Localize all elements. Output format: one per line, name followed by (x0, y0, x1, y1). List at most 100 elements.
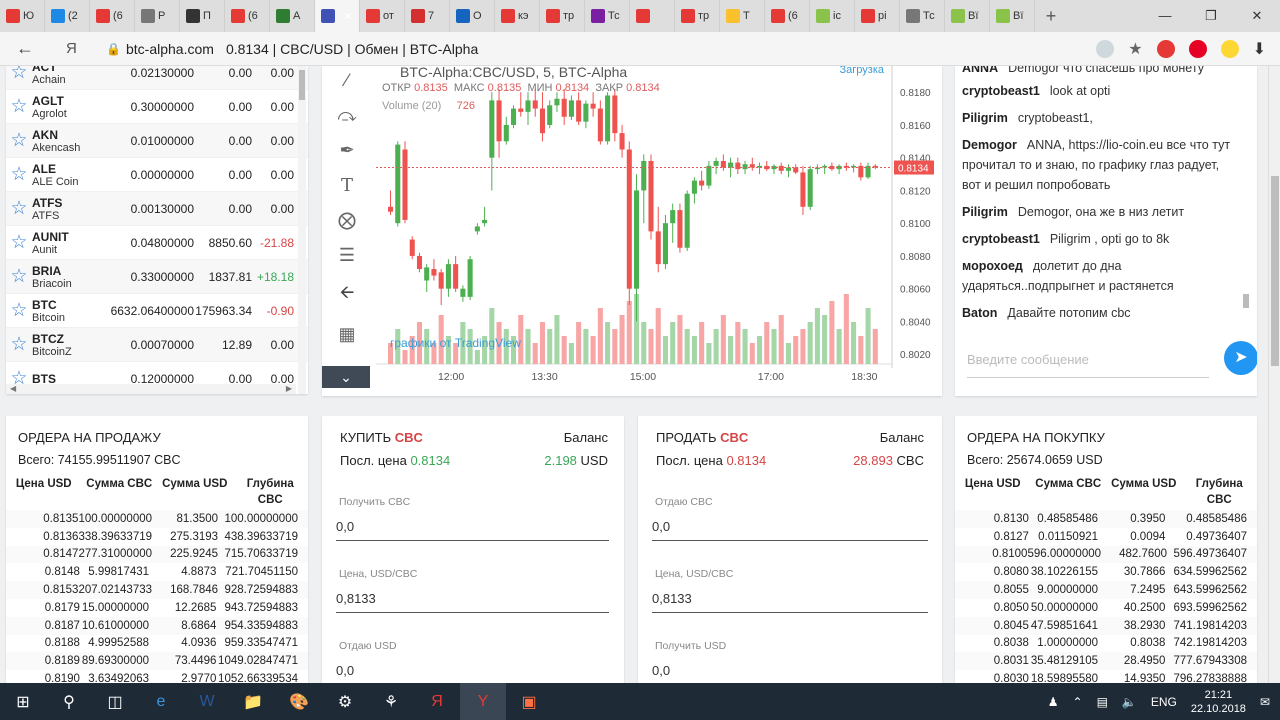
favorite-star-icon[interactable]: ☆ (6, 197, 32, 220)
browser-tab[interactable]: Т (720, 0, 765, 32)
reader-mode-icon[interactable] (1096, 39, 1115, 58)
pinterest-icon[interactable] (1188, 39, 1207, 58)
coin-list-scrollbar[interactable] (298, 66, 306, 394)
coin-row[interactable]: ☆ ALE ALE Coin 0.00000000 0.00 0.00 (6, 158, 308, 192)
browser-tab[interactable]: Р (135, 0, 180, 32)
edge-icon[interactable]: e (138, 683, 184, 720)
network-icon[interactable]: ▤ (1097, 695, 1108, 709)
extension-icon[interactable] (1156, 39, 1175, 58)
search-icon[interactable]: ⚲ (46, 683, 92, 720)
sell-give-input[interactable]: 0,0 (652, 519, 670, 534)
bulb-extension-icon[interactable] (1220, 39, 1239, 58)
favorite-star-icon[interactable]: ☆ (6, 129, 32, 152)
chat-message-input[interactable]: Введите сообщение (967, 346, 1209, 378)
page-title-text[interactable]: 0.8134 | CBC/USD | Обмен | BTC-Alpha (226, 41, 478, 57)
browser-tab[interactable]: Вї (945, 0, 990, 32)
favorite-star-icon[interactable]: ☆ (6, 265, 32, 288)
people-icon[interactable]: ♟ (1048, 695, 1059, 709)
order-row[interactable]: 0.8190 3.63492063 2.9770 1052.66339534 (6, 670, 308, 683)
url-host[interactable]: btc-alpha.com (126, 41, 214, 57)
browser-tab[interactable]: Ю (0, 0, 45, 32)
coin-list-hscrollbar[interactable]: ◀ ▶ (6, 384, 296, 394)
browser-tab[interactable]: ic (810, 0, 855, 32)
browser-tab[interactable]: О (450, 0, 495, 32)
back-arrow-icon[interactable]: ← (16, 38, 46, 59)
brush-tool-icon[interactable]: ✒ (339, 140, 354, 161)
coin-row[interactable]: ☆ BTCZ BitcoinZ 0.00070000 12.89 0.00 (6, 328, 308, 362)
browser-tab[interactable]: тр (540, 0, 585, 32)
new-tab-button[interactable]: + (1035, 6, 1067, 27)
order-row[interactable]: 0.8179 15.00000000 12.2685 943.72594883 (6, 599, 308, 617)
browser-tab[interactable]: тр (675, 0, 720, 32)
buy-price-input[interactable]: 0,8133 (336, 591, 376, 606)
order-row[interactable]: 0.8135 100.00000000 81.3500 100.00000000 (6, 510, 308, 528)
close-window-icon[interactable]: ✕ (1234, 8, 1280, 24)
browser-tab[interactable]: A (270, 0, 315, 32)
restore-icon[interactable]: ❐ (1188, 8, 1234, 24)
coin-row[interactable]: ☆ AKN Akencash 0.01000000 0.00 0.00 (6, 124, 308, 158)
order-row[interactable]: 0.8100 596.00000000 482.7600 596.49736407 (955, 545, 1257, 564)
browser-tab[interactable] (630, 0, 675, 32)
order-row[interactable]: 0.8147 277.31000000 225.9245 715.70633719 (6, 545, 308, 564)
buy-receive-input[interactable]: 0,0 (336, 519, 354, 534)
browser-tab[interactable]: от (360, 0, 405, 32)
favorite-star-icon[interactable]: ☆ (6, 163, 32, 186)
back-arrow-tool-icon[interactable]: 🡨 (340, 280, 355, 310)
browser-tab[interactable]: (2 (45, 0, 90, 32)
fib-tool-icon[interactable]: ☰ (339, 245, 355, 266)
tray-chevron-icon[interactable]: ⌃ (1073, 695, 1083, 709)
chat-scrollbar[interactable] (1243, 66, 1251, 326)
browser-tab[interactable]: Тс (585, 0, 630, 32)
close-tab-icon[interactable]: ✕ (344, 10, 353, 23)
favorite-star-icon[interactable]: ☆ (6, 333, 32, 356)
browser-tab[interactable]: Тс (900, 0, 945, 32)
order-row[interactable]: 0.8050 50.00000000 40.2500 693.59962562 (955, 599, 1257, 617)
lock-icon[interactable]: 🔒 (106, 42, 126, 56)
sell-receive-input[interactable]: 0,0 (652, 663, 670, 678)
order-row[interactable]: 0.8153 207.02143733 168.7846 928.72594883 (6, 581, 308, 599)
coin-row[interactable]: ☆ AUNIT Aunit 0.04800000 8850.60 -21.88 (6, 226, 308, 260)
yandex-icon[interactable]: Я (66, 40, 96, 57)
browser-tab[interactable]: (6 (90, 0, 135, 32)
word-icon[interactable]: W (184, 683, 230, 720)
yandex-browser-icon[interactable]: Y (460, 683, 506, 720)
recorder-icon[interactable]: ▣ (506, 683, 552, 720)
start-icon[interactable]: ⊞ (0, 683, 46, 720)
page-scrollbar[interactable] (1268, 66, 1280, 683)
browser-tab[interactable]: ✕ (315, 0, 360, 32)
buy-give-input[interactable]: 0,0 (336, 663, 354, 678)
order-row[interactable]: 0.8080 38.10226155 30.7866 634.59962562 (955, 563, 1257, 581)
order-row[interactable]: 0.8188 4.99952588 4.0936 959.33547471 (6, 635, 308, 653)
order-row[interactable]: 0.8055 9.00000000 7.2495 643.59962562 (955, 581, 1257, 599)
browser-tab[interactable]: кэ (495, 0, 540, 32)
coin-row[interactable]: ☆ ACT Achain 0.02130000 0.00 0.00 (6, 66, 308, 90)
browser-tab[interactable]: (6 (225, 0, 270, 32)
bookmark-star-icon[interactable]: ★ (1128, 39, 1142, 59)
order-row[interactable]: 0.8038 1.00000000 0.8038 742.19814203 (955, 635, 1257, 653)
explorer-icon[interactable]: 📁 (230, 683, 276, 720)
coin-row[interactable]: ☆ AGLT Agrolot 0.30000000 0.00 0.00 (6, 90, 308, 124)
browser-tab[interactable]: Вї (990, 0, 1035, 32)
paint-icon[interactable]: 🎨 (276, 683, 322, 720)
task-view-icon[interactable]: ◫ (92, 683, 138, 720)
tradingview-watermark[interactable]: графики от TradingView (390, 336, 521, 350)
favorite-star-icon[interactable]: ☆ (6, 95, 32, 118)
measure-tool-icon[interactable]: ▦ (338, 324, 355, 345)
order-row[interactable]: 0.8187 10.61000000 8.6864 954.33594883 (6, 616, 308, 635)
order-row[interactable]: 0.8130 0.48585486 0.3950 0.48585486 (955, 510, 1257, 528)
notifications-icon[interactable]: ✉ (1260, 695, 1270, 709)
order-row[interactable]: 0.8030 18.59895580 14.9350 796.27838888 (955, 670, 1257, 683)
browser-tab[interactable]: 7 (405, 0, 450, 32)
browser-tab[interactable]: рі (855, 0, 900, 32)
favorite-star-icon[interactable]: ☆ (6, 66, 32, 84)
coin-row[interactable]: ☆ BTC Bitcoin 6632.06400000 175963.34 -0.90 (6, 294, 308, 328)
favorite-star-icon[interactable]: ☆ (6, 299, 32, 322)
yandex-taskbar-icon[interactable]: Я (414, 683, 460, 720)
app-icon[interactable]: ⚙ (322, 683, 368, 720)
sell-price-input[interactable]: 0,8133 (652, 591, 692, 606)
order-row[interactable]: 0.8045 47.59851641 38.2930 741.19814203 (955, 616, 1257, 635)
order-row[interactable]: 0.8127 0.01150921 0.0094 0.49736407 (955, 528, 1257, 546)
minimize-icon[interactable]: — (1142, 8, 1188, 24)
favorite-star-icon[interactable]: ☆ (6, 231, 32, 254)
collapse-toolbar-icon[interactable]: ⌄ (322, 366, 370, 388)
